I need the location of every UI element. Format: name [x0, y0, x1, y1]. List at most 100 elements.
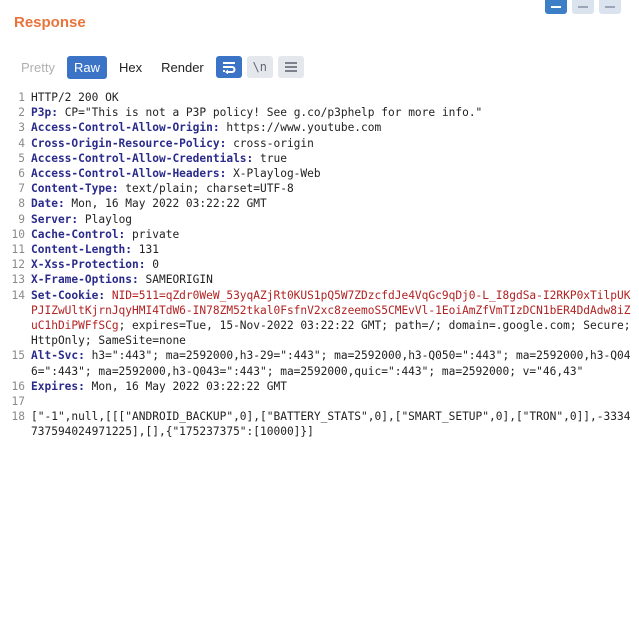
header-name: Access-Control-Allow-Credentials:	[31, 151, 254, 165]
line-text: P3p: CP="This is not a P3P policy! See g…	[31, 105, 631, 120]
line-segment: h3=":443"; ma=2592000,h3-29=":443"; ma=2…	[31, 349, 631, 378]
raw-tab[interactable]: Raw	[66, 55, 107, 79]
line-segment: Playlog	[78, 212, 133, 226]
header-name: Server:	[31, 212, 79, 226]
hex-tab[interactable]: Hex	[112, 56, 149, 79]
line-segment: ["-1",null,[[["ANDROID_BACKUP",0],["BATT…	[31, 410, 631, 439]
header-name: Cross-Origin-Resource-Policy:	[31, 136, 227, 150]
line-text: Set-Cookie: NID=511=qZdr0WeW_53yqAZjRt0K…	[31, 288, 631, 349]
wrap-lines-icon	[222, 62, 236, 74]
code-line: 17	[4, 394, 631, 409]
line-number: 4	[18, 136, 25, 150]
line-number: 11	[11, 243, 25, 257]
line-number: 6	[18, 167, 25, 181]
code-line: 6 Access-Control-Allow-Headers: X-Playlog…	[4, 166, 631, 181]
line-segment: ; expires=Tue, 15-Nov-2022 03:22:22 GMT;…	[31, 319, 638, 348]
line-segment: 131	[132, 243, 159, 257]
code-line: 8 Date: Mon, 16 May 2022 03:22:22 GMT	[4, 196, 631, 211]
line-text: Access-Control-Allow-Credentials: true	[31, 151, 631, 166]
line-segment: private	[125, 227, 180, 241]
header-name: Content-Length:	[31, 243, 133, 257]
line-number: 1	[18, 91, 25, 104]
line-text: Expires: Mon, 16 May 2022 03:22:22 GMT	[31, 379, 631, 394]
header-name: Access-Control-Allow-Origin:	[31, 121, 220, 135]
code-line: 11 Content-Length: 131	[4, 242, 631, 257]
code-line: 3 Access-Control-Allow-Origin: https://ww…	[4, 120, 631, 135]
line-number: 2	[18, 106, 25, 120]
line-number: 15	[11, 349, 25, 363]
line-text: Date: Mon, 16 May 2022 03:22:22 GMT	[31, 196, 631, 211]
line-number: 5	[18, 151, 25, 165]
menu-icon	[284, 62, 297, 72]
render-tab[interactable]: Render	[154, 56, 211, 79]
line-text: X-Frame-Options: SAMEORIGIN	[31, 272, 631, 287]
line-number: 10	[11, 227, 25, 241]
line-text	[31, 394, 631, 409]
newline-icon: \n	[252, 60, 267, 74]
line-text: Access-Control-Allow-Headers: X-Playlog-…	[31, 166, 631, 181]
code-line: 7 Content-Type: text/plain; charset=UTF-8	[4, 181, 631, 196]
view-layout-controls	[545, 0, 621, 14]
code-line: 15 Alt-Svc: h3=":443"; ma=2592000,h3-29="…	[4, 348, 631, 378]
line-number: 17	[11, 395, 25, 409]
header-name: Expires:	[31, 379, 85, 393]
wrap-lines-button[interactable]	[215, 56, 242, 78]
line-text: Content-Type: text/plain; charset=UTF-8	[31, 181, 631, 196]
header-name: Content-Type:	[31, 182, 119, 196]
line-text: Cross-Origin-Resource-Policy: cross-orig…	[31, 136, 631, 151]
line-text: Content-Length: 131	[31, 242, 631, 257]
line-number: 12	[11, 258, 25, 272]
line-segment: X-Playlog-Web	[226, 167, 321, 181]
header-name: X-Xss-Protection:	[31, 258, 146, 272]
message-toolbar: Pretty Raw Hex Render \n	[14, 52, 631, 82]
code-line: 5 Access-Control-Allow-Credentials: true	[4, 151, 631, 166]
line-number: 18	[11, 410, 25, 424]
line-segment: 0	[145, 258, 159, 272]
code-line: 12 X-Xss-Protection: 0	[4, 257, 631, 272]
code-line: 18 ["-1",null,[[["ANDROID_BACKUP",0],["BA…	[4, 409, 631, 439]
header-name: Alt-Svc:	[31, 349, 85, 363]
response-editor[interactable]: 1 HTTP/2 200 OK 2 P3p: CP="This is not a P3…	[4, 90, 631, 440]
line-text: Server: Playlog	[31, 212, 631, 227]
line-number: 16	[11, 379, 25, 393]
line-segment: cross-origin	[226, 136, 314, 150]
line-segment: CP="This is not a P3P policy! See g.co/p…	[57, 106, 483, 120]
code-line: 13 X-Frame-Options: SAMEORIGIN	[4, 272, 631, 287]
line-number: 7	[18, 182, 25, 196]
layout-vertical-button[interactable]	[599, 0, 621, 14]
line-segment: https://www.youtube.com	[219, 121, 382, 135]
line-text: Cache-Control: private	[31, 227, 631, 242]
code-line: 4 Cross-Origin-Resource-Policy: cross-ori…	[4, 136, 631, 151]
menu-button[interactable]	[277, 56, 304, 78]
code-line: 14 Set-Cookie: NID=511=qZdr0WeW_53yqAZjRt…	[4, 288, 631, 349]
show-newlines-button[interactable]: \n	[246, 56, 273, 78]
code-line: 1 HTTP/2 200 OK	[4, 90, 631, 105]
header-name: P3p:	[31, 106, 58, 120]
line-number: 8	[18, 197, 25, 211]
line-number: 3	[18, 121, 25, 135]
line-segment: SAMEORIGIN	[138, 273, 213, 287]
line-segment: true	[253, 151, 287, 165]
line-text: X-Xss-Protection: 0	[31, 257, 631, 272]
line-number: 9	[18, 212, 25, 226]
line-segment: text/plain; charset=UTF-8	[118, 182, 294, 196]
header-name: Cache-Control:	[31, 227, 126, 241]
code-line: 10 Cache-Control: private	[4, 227, 631, 242]
layout-horizontal-button[interactable]	[572, 0, 594, 14]
header-name: Access-Control-Allow-Headers:	[31, 167, 227, 181]
line-text: ["-1",null,[[["ANDROID_BACKUP",0],["BATT…	[31, 409, 631, 439]
code-line: 9 Server: Playlog	[4, 212, 631, 227]
line-segment: Mon, 16 May 2022 03:22:22 GMT	[64, 197, 267, 211]
panel-title: Response	[14, 14, 86, 31]
line-text: Access-Control-Allow-Origin: https://www…	[31, 120, 631, 135]
line-text: HTTP/2 200 OK	[31, 90, 631, 105]
line-number: 14	[11, 288, 25, 302]
code-line: 2 P3p: CP="This is not a P3P policy! See …	[4, 105, 631, 120]
header-name: Set-Cookie:	[31, 288, 106, 302]
layout-split-button[interactable]	[545, 0, 567, 14]
pretty-tab[interactable]: Pretty	[14, 56, 62, 79]
line-segment: HTTP/2 200 OK	[31, 91, 119, 104]
line-number: 13	[11, 273, 25, 287]
header-name: X-Frame-Options:	[31, 273, 139, 287]
code-line: 16 Expires: Mon, 16 May 2022 03:22:22 GMT	[4, 379, 631, 394]
